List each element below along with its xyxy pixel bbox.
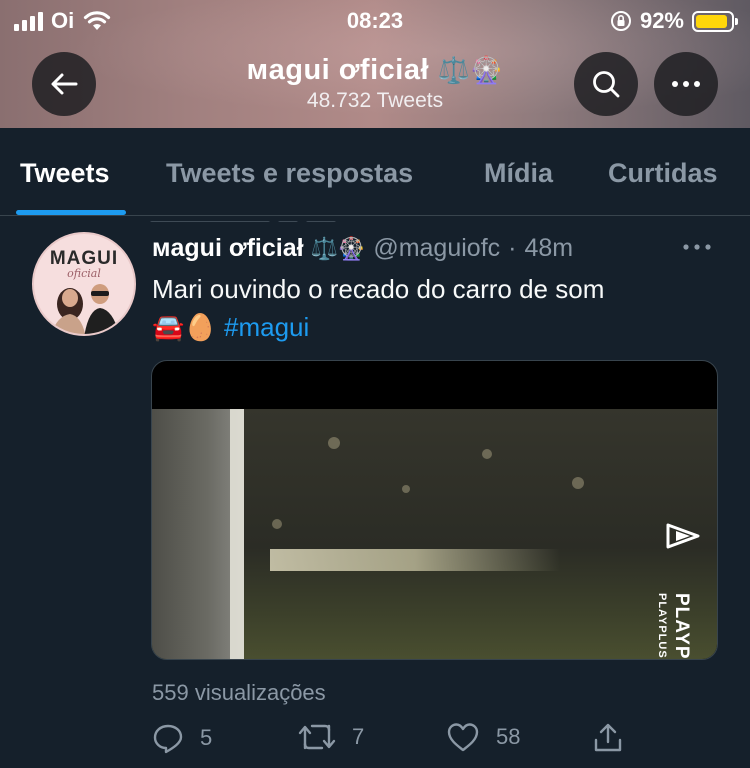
tweet-author-name[interactable]: ᴍagui ơficiał ⚖️🎡 bbox=[152, 234, 365, 263]
video-frame: PLAYPLUS PLAYPLUS.COM bbox=[152, 409, 717, 660]
search-button[interactable] bbox=[574, 52, 638, 116]
tweet-author-handle[interactable]: @maguiofc bbox=[373, 234, 500, 263]
share-icon bbox=[594, 723, 622, 752]
heart-icon bbox=[447, 723, 479, 752]
tweet-text-emojis: 🚘🥚 bbox=[152, 312, 217, 342]
separator-dot: · bbox=[508, 233, 517, 262]
tweet-more-button[interactable] bbox=[682, 238, 712, 256]
avatar[interactable]: MAGUI oficial bbox=[32, 232, 136, 336]
avatar-photo bbox=[51, 284, 120, 334]
orientation-lock-icon bbox=[610, 11, 631, 31]
active-tab-indicator bbox=[16, 210, 126, 215]
retweet-icon bbox=[298, 724, 336, 750]
share-button[interactable] bbox=[592, 722, 624, 754]
reply-icon bbox=[153, 724, 183, 754]
more-options-button[interactable] bbox=[654, 52, 718, 116]
tweet-text: Mari ouvindo o recado do carro de som 🚘🥚… bbox=[152, 270, 712, 346]
header-name-emoji: ⚖️🎡 bbox=[437, 55, 504, 85]
watermark-subtext: PLAYPLUS.COM bbox=[656, 593, 668, 660]
hashtag-link[interactable]: #magui bbox=[224, 312, 309, 342]
tab-tweets-and-replies[interactable]: Tweets e respostas bbox=[166, 158, 413, 189]
like-count: 58 bbox=[496, 724, 521, 749]
playplus-watermark: PLAYPLUS PLAYPLUS.COM bbox=[652, 523, 712, 660]
tweet-actions: 5 7 58 bbox=[152, 722, 712, 762]
tweet-author-name-text: ᴍagui ơficiał bbox=[152, 233, 304, 262]
more-horizontal-icon bbox=[683, 244, 711, 250]
profile-header-banner: Oi 08:23 92% ᴍagui ơficiał ⚖️🎡 48.732 Tw… bbox=[0, 0, 750, 128]
tab-media[interactable]: Mídia bbox=[484, 158, 553, 189]
reply-button[interactable]: 5 bbox=[152, 722, 212, 754]
header-name-text: ᴍagui ơficiał bbox=[246, 54, 429, 86]
retweet-button[interactable]: 7 bbox=[298, 722, 364, 752]
view-count: 559 visualizações bbox=[152, 680, 326, 705]
tab-likes[interactable]: Curtidas bbox=[608, 158, 718, 189]
retweet-count: 7 bbox=[352, 724, 365, 749]
reply-count: 5 bbox=[200, 725, 213, 750]
tweet-text-body: Mari ouvindo o recado do carro de som bbox=[152, 274, 605, 304]
playplus-logo-icon bbox=[666, 523, 700, 549]
tab-tweets[interactable]: Tweets bbox=[20, 158, 110, 189]
status-bar: Oi 08:23 92% bbox=[0, 0, 750, 40]
tweet-header: ᴍagui ơficiał ⚖️🎡 @maguiofc · 48m bbox=[152, 228, 573, 268]
tweet-count: 48.732 Tweets bbox=[306, 89, 444, 112]
battery-percent: 92% bbox=[639, 8, 684, 33]
profile-tabs: Tweets Tweets e respostas Mídia Curtidas bbox=[0, 128, 750, 216]
search-icon bbox=[593, 71, 620, 98]
tweet-video[interactable]: PLAYPLUS PLAYPLUS.COM bbox=[151, 360, 718, 660]
tweet-timestamp[interactable]: 48m bbox=[524, 234, 573, 263]
battery-icon bbox=[692, 10, 738, 32]
tweet-author-emoji: ⚖️🎡 bbox=[310, 235, 366, 261]
watermark-text: PLAYPLUS bbox=[671, 593, 692, 660]
more-horizontal-icon bbox=[672, 81, 700, 87]
like-button[interactable]: 58 bbox=[446, 722, 520, 752]
previous-row-remnant bbox=[150, 212, 410, 222]
